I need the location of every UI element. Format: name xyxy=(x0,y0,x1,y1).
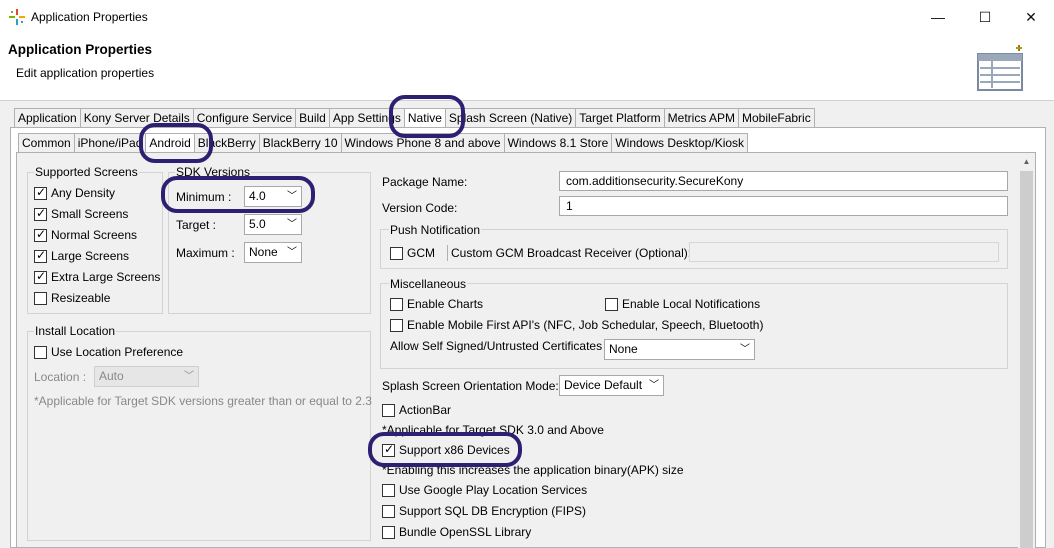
dialog-title: Application Properties xyxy=(8,42,153,57)
extra-large-screens-checkbox[interactable]: ✓ Extra Large Screens xyxy=(34,269,160,284)
tab-blackberry[interactable]: BlackBerry xyxy=(193,133,260,152)
dialog-subtitle: Edit application properties xyxy=(16,66,155,80)
tab-configure-service[interactable]: Configure Service xyxy=(192,108,297,127)
minimum-sdk-select[interactable]: 4.0 ﹀ xyxy=(244,186,302,207)
use-location-preference-checkbox[interactable]: Use Location Preference xyxy=(34,345,183,359)
target-sdk-select[interactable]: 5.0 ﹀ xyxy=(244,214,302,235)
chevron-down-icon: ﹀ xyxy=(287,247,297,258)
tab-android[interactable]: Android xyxy=(145,133,195,152)
tab-app-settings[interactable]: App Settings xyxy=(328,108,405,127)
support-x86-checkbox[interactable]: ✓ Support x86 Devices xyxy=(382,442,510,457)
tab-windows-desktop-kiosk[interactable]: Windows Desktop/Kiosk xyxy=(611,133,749,152)
tab-native[interactable]: Native xyxy=(403,108,446,127)
tab-application[interactable]: Application xyxy=(14,108,81,127)
self-signed-select[interactable]: None ﹀ xyxy=(604,339,755,360)
tab-kony-server-details[interactable]: Kony Server Details xyxy=(79,108,194,127)
close-button[interactable]: ✕ xyxy=(1016,6,1046,28)
normal-screens-checkbox[interactable]: ✓ Normal Screens xyxy=(34,227,137,242)
location-label: Location : xyxy=(34,370,87,384)
dialog-header: Application Properties Edit application … xyxy=(0,34,1054,101)
any-density-checkbox[interactable]: ✓ Any Density xyxy=(34,185,115,200)
gcm-checkbox[interactable]: GCM xyxy=(390,246,435,260)
separator xyxy=(447,245,448,261)
maximum-sdk-select[interactable]: None ﹀ xyxy=(244,242,302,263)
tab-mobilefabric[interactable]: MobileFabric xyxy=(738,108,815,127)
tab-target-platform[interactable]: Target Platform xyxy=(575,108,665,127)
maximum-label: Maximum : xyxy=(176,246,235,260)
title-bar: Application Properties — ☐ ✕ xyxy=(0,0,1054,34)
chevron-down-icon: ﹀ xyxy=(287,191,297,202)
tab-common[interactable]: Common xyxy=(18,133,75,152)
package-name-label: Package Name: xyxy=(382,175,468,189)
splash-orientation-select[interactable]: Device Default ﹀ xyxy=(559,375,664,396)
window-title: Application Properties xyxy=(31,10,148,24)
location-select[interactable]: Auto ﹀ xyxy=(94,366,199,387)
sql-db-encryption-checkbox[interactable]: Support SQL DB Encryption (FIPS) xyxy=(382,504,586,518)
vertical-scrollbar[interactable]: ▲ xyxy=(1018,153,1035,548)
splash-orientation-label: Splash Screen Orientation Mode: xyxy=(382,379,559,393)
google-play-location-checkbox[interactable]: Use Google Play Location Services xyxy=(382,483,587,497)
scroll-up-arrow-icon[interactable]: ▲ xyxy=(1018,153,1035,170)
top-tab-bar: Application Kony Server Details Configur… xyxy=(14,108,815,128)
chevron-down-icon: ﹀ xyxy=(184,371,194,382)
install-location-title: Install Location xyxy=(34,324,117,338)
enable-local-notifications-checkbox[interactable]: Enable Local Notifications xyxy=(605,297,760,311)
bundle-openssl-checkbox[interactable]: Bundle OpenSSL Library xyxy=(382,525,531,539)
chevron-down-icon: ﹀ xyxy=(740,344,750,355)
version-code-input[interactable]: 1 xyxy=(559,196,1008,216)
sdk-versions-title: SDK Versions xyxy=(175,165,252,179)
enable-charts-checkbox[interactable]: Enable Charts xyxy=(390,297,483,311)
version-code-label: Version Code: xyxy=(382,201,458,215)
large-screens-checkbox[interactable]: ✓ Large Screens xyxy=(34,248,129,263)
supported-screens-title: Supported Screens xyxy=(34,165,139,179)
minimize-button[interactable]: — xyxy=(923,6,953,28)
package-name-input[interactable]: com.additionsecurity.SecureKony xyxy=(559,171,1008,191)
actionbar-note: *Applicable for Target SDK 3.0 and Above xyxy=(382,423,604,437)
kony-logo-icon xyxy=(9,9,25,25)
enable-mobile-first-checkbox[interactable]: Enable Mobile First API's (NFC, Job Sche… xyxy=(390,318,763,332)
push-notification-title: Push Notification xyxy=(389,223,482,237)
gcm-receiver-label: Custom GCM Broadcast Receiver (Optional)… xyxy=(451,246,692,260)
platform-tab-bar: Common iPhone/iPad Android BlackBerry Bl… xyxy=(18,133,749,153)
tab-splash-screen-native[interactable]: Splash Screen (Native) xyxy=(444,108,577,127)
properties-table-icon xyxy=(977,45,1023,91)
self-signed-label: Allow Self Signed/Untrusted Certificates xyxy=(390,339,603,353)
tab-build[interactable]: Build xyxy=(295,108,330,127)
chevron-down-icon: ﹀ xyxy=(649,380,659,391)
tab-blackberry-10[interactable]: BlackBerry 10 xyxy=(258,133,342,152)
target-label: Target : xyxy=(176,218,217,232)
install-location-note: *Applicable for Target SDK versions grea… xyxy=(34,394,372,408)
small-screens-checkbox[interactable]: ✓ Small Screens xyxy=(34,206,128,221)
tab-iphone-ipad[interactable]: iPhone/iPad xyxy=(73,133,147,152)
tab-metrics-apm[interactable]: Metrics APM xyxy=(663,108,740,127)
miscellaneous-title: Miscellaneous xyxy=(389,277,468,291)
gcm-receiver-input[interactable] xyxy=(689,242,999,262)
tab-windows-phone-8[interactable]: Windows Phone 8 and above xyxy=(340,133,505,152)
scrollbar-thumb[interactable] xyxy=(1020,171,1033,548)
tab-windows-81-store[interactable]: Windows 8.1 Store xyxy=(503,133,613,152)
resizeable-checkbox[interactable]: Resizeable xyxy=(34,291,110,305)
maximize-button[interactable]: ☐ xyxy=(970,6,1000,28)
minimum-label: Minimum : xyxy=(176,190,232,204)
chevron-down-icon: ﹀ xyxy=(287,219,297,230)
x86-note: *Enabling this increases the application… xyxy=(382,463,684,477)
actionbar-checkbox[interactable]: ActionBar xyxy=(382,403,451,417)
install-location-group xyxy=(27,331,371,541)
